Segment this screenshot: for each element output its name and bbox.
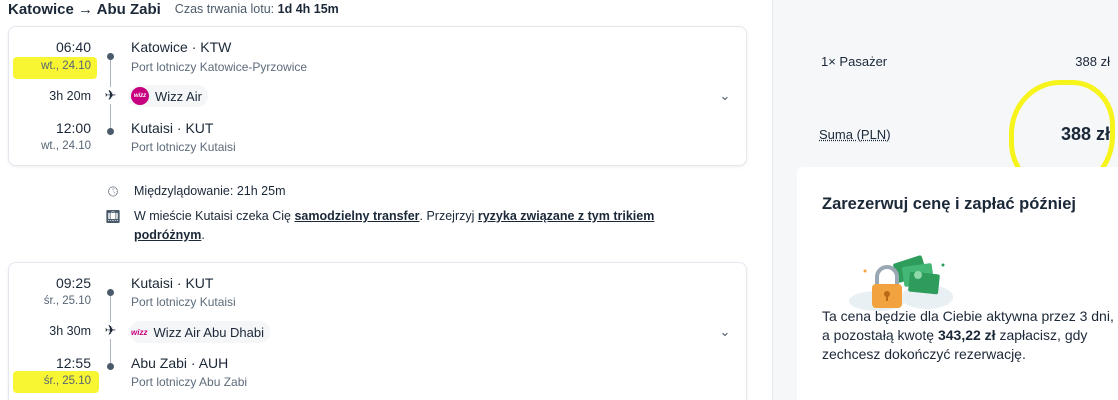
departure-airport-full: Port lotniczy Kutaisi: [131, 295, 236, 309]
wizz-air-logo: wizz: [131, 87, 149, 105]
risk-link[interactable]: ryzyka związane z tym trikiem: [478, 209, 654, 223]
carrier-name: Wizz Air Abu Dhabi: [153, 324, 264, 340]
departure-airport-full: Port lotniczy Katowice-Pyrzowice: [131, 60, 308, 74]
plane-icon: ✈: [102, 87, 119, 104]
arrival-dot: [107, 363, 114, 370]
price-summary-column: 1× Pasażer 388 zł Suma (PLN) 388 zł Zare…: [772, 0, 1118, 400]
arrival-time: 12:00: [55, 120, 91, 136]
luggage-transfer-icon: 🛄︎: [104, 209, 122, 224]
departure-dot: [107, 53, 114, 60]
route-title: Katowice → Abu Zabi: [8, 0, 161, 18]
leg-duration: 3h 20m: [49, 89, 91, 103]
carrier-name: Wizz Air: [155, 88, 202, 104]
departure-time: 06:40: [55, 39, 91, 55]
arrival-airport-full: Port lotniczy Abu Zabi: [131, 375, 248, 389]
reserve-title: Zarezerwuj cenę i zapłać później: [822, 195, 1077, 213]
arrival-time: 12:55: [55, 355, 91, 371]
leg-duration: 3h 30m: [49, 324, 91, 338]
departure-airport: Katowice · KTW: [131, 39, 232, 55]
wizz-air-logo: wizz: [131, 327, 148, 337]
passenger-price: 388 zł: [1075, 54, 1110, 69]
itinerary-column: Katowice → Abu Zabi Czas trwania lotu: 1…: [0, 0, 772, 400]
carrier-badge: wizz Wizz Air Abu Dhabi: [129, 321, 270, 343]
booking-page: Katowice → Abu Zabi Czas trwania lotu: 1…: [0, 0, 1118, 400]
clock-icon: 🕓︎: [107, 184, 119, 199]
departure-airport: Kutaisi · KUT: [131, 275, 214, 291]
total-label[interactable]: Suma (PLN): [819, 127, 891, 142]
departure-dot: [107, 289, 114, 296]
departure-date: śr., 25.10: [43, 295, 91, 307]
layover-duration: Międzylądowanie: 21h 25m: [134, 184, 286, 198]
transfer-text: W mieście Kutaisi czeka Cię samodzielny …: [134, 209, 655, 242]
arrival-airport-full: Port lotniczy Kutaisi: [131, 140, 236, 154]
arrival-airport: Kutaisi · KUT: [131, 120, 214, 136]
self-transfer-link[interactable]: samodzielny transfer: [294, 209, 419, 223]
arrival-airport: Abu Zabi · AUH: [131, 355, 229, 371]
arrival-dot: [107, 128, 114, 135]
departure-date: wt., 24.10: [41, 60, 91, 72]
reserve-description: Ta cena będzie dla Ciebie aktywna przez …: [822, 308, 1114, 362]
segment-card-2[interactable]: 09:25 śr., 25.10 3h 30m 12:55 śr., 25.10…: [8, 262, 747, 400]
reserve-later-card: Zarezerwuj cenę i zapłać później Ta cena…: [797, 167, 1118, 400]
passenger-label: 1× Pasażer: [821, 54, 888, 69]
transfer-row: 🛄︎ W mieście Kutaisi czeka Cię samodziel…: [104, 207, 704, 245]
chevron-down-icon[interactable]: ⌄: [718, 325, 732, 339]
flight-duration: Czas trwania lotu: 1d 4h 15m: [174, 2, 339, 16]
route-header: Katowice → Abu Zabi Czas trwania lotu: 1…: [8, 0, 339, 18]
layover-info: 🕓︎ Międzylądowanie: 21h 25m 🛄︎ W mieście…: [104, 182, 704, 245]
carrier-badge: wizz Wizz Air: [129, 85, 208, 107]
arrival-date: wt., 24.10: [41, 140, 91, 152]
segment-card-1[interactable]: 06:40 wt., 24.10 3h 20m 12:00 wt., 24.10…: [8, 26, 747, 166]
plane-icon: ✈: [102, 322, 119, 339]
chevron-down-icon[interactable]: ⌄: [718, 89, 732, 103]
risk-link-continued[interactable]: podróżnym: [134, 228, 201, 242]
arrival-date: śr., 25.10: [43, 375, 91, 387]
departure-time: 09:25: [55, 275, 91, 291]
total-price: 388 zł: [1060, 124, 1110, 144]
layover-row: 🕓︎ Międzylądowanie: 21h 25m: [104, 182, 704, 201]
